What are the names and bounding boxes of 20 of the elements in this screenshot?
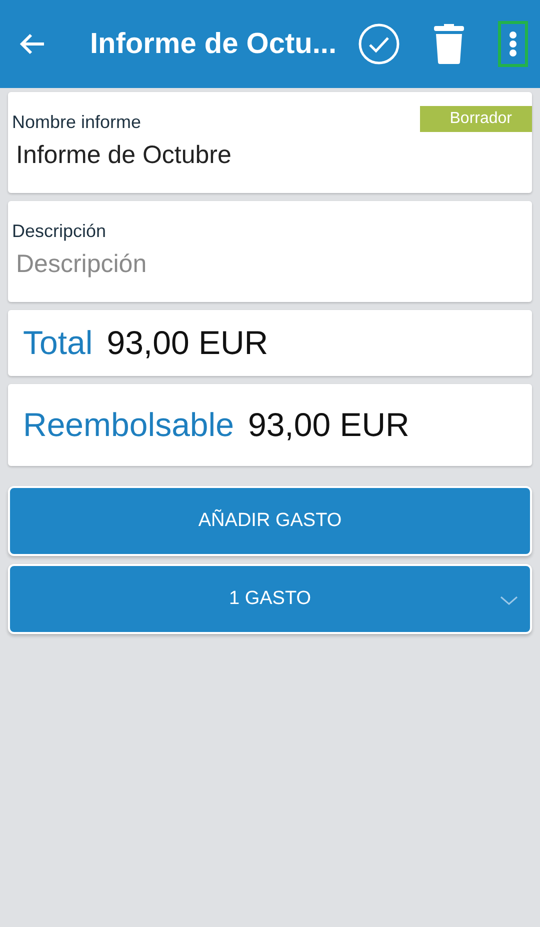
status-badge: Borrador (420, 106, 532, 132)
check-circle-icon (358, 23, 400, 65)
window-title: Informe de Octu... (90, 28, 338, 60)
approve-button[interactable] (358, 23, 400, 65)
menu-icon (509, 31, 517, 57)
amount-label: Reembolsable (23, 406, 234, 444)
field-label: Descripción (12, 221, 108, 242)
trash-icon (434, 24, 464, 64)
menu-button[interactable] (498, 21, 528, 67)
back-arrow-icon (18, 32, 46, 56)
expenses-toggle[interactable]: 1 GASTO (8, 564, 532, 634)
name-input[interactable]: Informe de Octubre (16, 133, 232, 170)
field-label: Nombre informe (12, 112, 142, 133)
delete-button[interactable] (434, 24, 464, 64)
amount-value: 93,00 EUR (106, 324, 268, 362)
amount-label: Total (23, 324, 93, 362)
description-input[interactable]: Descripción (16, 242, 147, 279)
add-expense-button[interactable]: AÑADIR GASTO (8, 486, 532, 556)
amount-value: 93,00 EUR (248, 406, 410, 444)
chevron-icon (500, 596, 518, 605)
